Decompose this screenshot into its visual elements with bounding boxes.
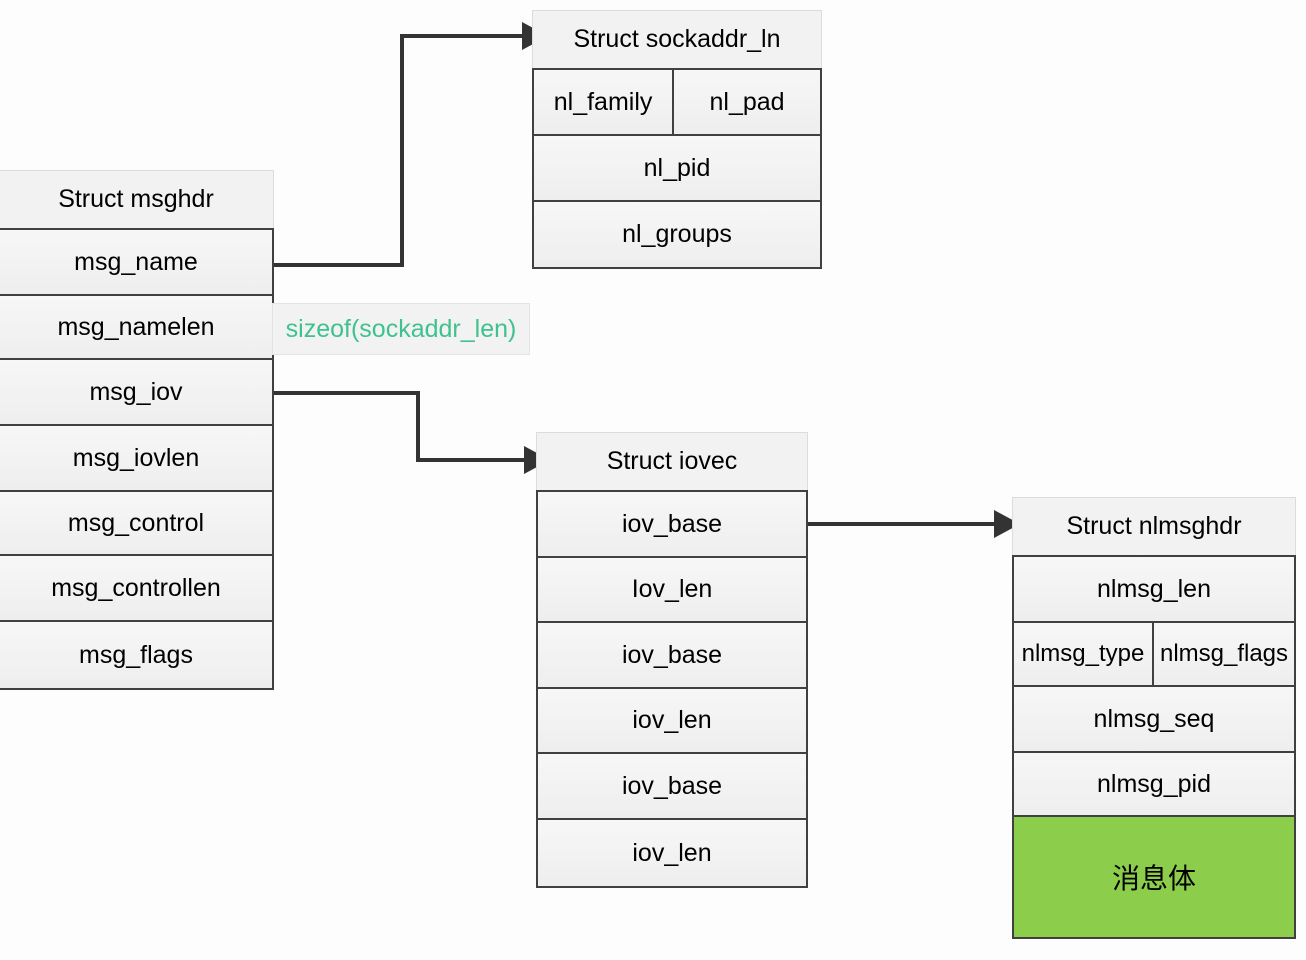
field-iov-base-1[interactable]: iov_base	[538, 492, 806, 558]
connector-msg-name-to-sockaddr	[274, 22, 548, 267]
struct-msghdr-title: Struct msghdr	[0, 170, 274, 228]
struct-sockaddr-nl-title: Struct sockaddr_ln	[532, 10, 822, 68]
field-message-body[interactable]: 消息体	[1014, 817, 1294, 937]
field-nlmsg-pid[interactable]: nlmsg_pid	[1014, 753, 1294, 817]
struct-nlmsghdr: Struct nlmsghdr nlmsg_len nlmsg_type nlm…	[1012, 497, 1296, 939]
field-row-nl-family-pad: nl_family nl_pad	[534, 70, 820, 136]
struct-iovec: Struct iovec iov_base Iov_len iov_base i…	[536, 432, 808, 888]
field-iov-base-2[interactable]: iov_base	[538, 623, 806, 689]
field-nlmsg-flags[interactable]: nlmsg_flags	[1154, 623, 1294, 685]
field-msg-control[interactable]: msg_control	[0, 492, 272, 556]
diagram-canvas: Struct msghdr msg_name msg_namelen msg_i…	[0, 0, 1306, 960]
field-nlmsg-len[interactable]: nlmsg_len	[1014, 557, 1294, 623]
field-iov-len-2[interactable]: iov_len	[538, 689, 806, 754]
struct-iovec-body: iov_base Iov_len iov_base iov_len iov_ba…	[536, 490, 808, 888]
field-iov-base-3[interactable]: iov_base	[538, 754, 806, 820]
field-msg-iovlen[interactable]: msg_iovlen	[0, 426, 272, 492]
struct-sockaddr-nl: Struct sockaddr_ln nl_family nl_pad nl_p…	[532, 10, 822, 269]
struct-nlmsghdr-body: nlmsg_len nlmsg_type nlmsg_flags nlmsg_s…	[1012, 555, 1296, 939]
struct-nlmsghdr-title: Struct nlmsghdr	[1012, 497, 1296, 555]
field-nl-pid[interactable]: nl_pid	[534, 136, 820, 202]
struct-msghdr-body: msg_name msg_namelen msg_iov msg_iovlen …	[0, 228, 274, 690]
field-msg-name[interactable]: msg_name	[0, 230, 272, 296]
field-msg-flags[interactable]: msg_flags	[0, 622, 272, 688]
connector-msg-iov-to-iovec	[274, 391, 550, 474]
field-msg-iov[interactable]: msg_iov	[0, 360, 272, 426]
field-row-nlmsg-type-flags: nlmsg_type nlmsg_flags	[1014, 623, 1294, 687]
field-msg-controllen[interactable]: msg_controllen	[0, 556, 272, 622]
field-nl-groups[interactable]: nl_groups	[534, 202, 820, 267]
connector-iov-base-to-nlmsghdr	[808, 510, 1020, 538]
struct-sockaddr-nl-body: nl_family nl_pad nl_pid nl_groups	[532, 68, 822, 269]
field-iov-len-3[interactable]: iov_len	[538, 820, 806, 886]
struct-msghdr: Struct msghdr msg_name msg_namelen msg_i…	[0, 170, 274, 690]
field-nlmsg-type[interactable]: nlmsg_type	[1014, 623, 1154, 685]
note-sizeof-sockaddr-len: sizeof(sockaddr_len)	[272, 303, 530, 355]
struct-iovec-title: Struct iovec	[536, 432, 808, 490]
field-nlmsg-seq[interactable]: nlmsg_seq	[1014, 687, 1294, 753]
field-iov-len-1[interactable]: Iov_len	[538, 558, 806, 623]
field-nl-pad[interactable]: nl_pad	[674, 70, 820, 134]
field-nl-family[interactable]: nl_family	[534, 70, 675, 134]
field-msg-namelen[interactable]: msg_namelen	[0, 296, 272, 360]
